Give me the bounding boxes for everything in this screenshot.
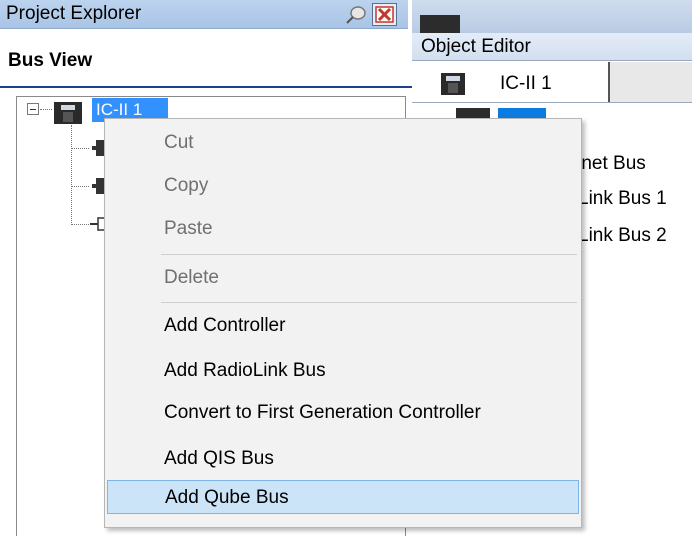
menu-separator bbox=[161, 254, 577, 255]
bus-view-label: Bus View bbox=[8, 50, 93, 71]
tree-collapse-toggle[interactable] bbox=[27, 103, 39, 115]
menu-item-paste[interactable]: Paste bbox=[107, 212, 579, 246]
close-icon bbox=[375, 6, 394, 23]
tree-line bbox=[71, 125, 72, 225]
menu-item-copy[interactable]: Copy bbox=[107, 169, 579, 203]
tab-strip bbox=[610, 62, 692, 102]
object-editor-title: Object Editor bbox=[421, 36, 531, 57]
divider bbox=[412, 102, 692, 103]
tab-label: IC-II 1 bbox=[500, 73, 552, 94]
bus-list-item[interactable]: Link Bus 2 bbox=[578, 225, 667, 247]
menu-separator bbox=[161, 302, 577, 303]
bus-list-item[interactable]: rnet Bus bbox=[575, 153, 646, 175]
tree-line bbox=[71, 186, 89, 187]
menu-item-delete[interactable]: Delete bbox=[107, 261, 579, 295]
controller-icon bbox=[420, 15, 460, 33]
menu-item-add-qis-bus[interactable]: Add QIS Bus bbox=[107, 442, 579, 476]
pin-icon[interactable] bbox=[345, 5, 367, 25]
tree-line bbox=[40, 109, 52, 110]
tree-line bbox=[71, 224, 89, 225]
controller-icon bbox=[54, 102, 82, 124]
tree-line bbox=[71, 148, 89, 149]
close-button[interactable] bbox=[372, 3, 397, 26]
context-menu: Cut Copy Paste Delete Add Controller Add… bbox=[104, 118, 582, 528]
menu-item-convert-first-generation[interactable]: Convert to First Generation Controller bbox=[107, 396, 579, 430]
menu-item-add-qube-bus[interactable]: Add Qube Bus bbox=[107, 480, 579, 514]
controller-icon bbox=[441, 73, 465, 95]
bus-list-item[interactable]: Link Bus 1 bbox=[578, 188, 667, 210]
menu-item-add-controller[interactable]: Add Controller bbox=[107, 309, 579, 343]
panel-divider bbox=[0, 86, 412, 88]
menu-item-cut[interactable]: Cut bbox=[107, 126, 579, 160]
project-explorer-title: Project Explorer bbox=[6, 3, 142, 24]
menu-item-add-radiolink-bus[interactable]: Add RadioLink Bus bbox=[107, 354, 579, 388]
